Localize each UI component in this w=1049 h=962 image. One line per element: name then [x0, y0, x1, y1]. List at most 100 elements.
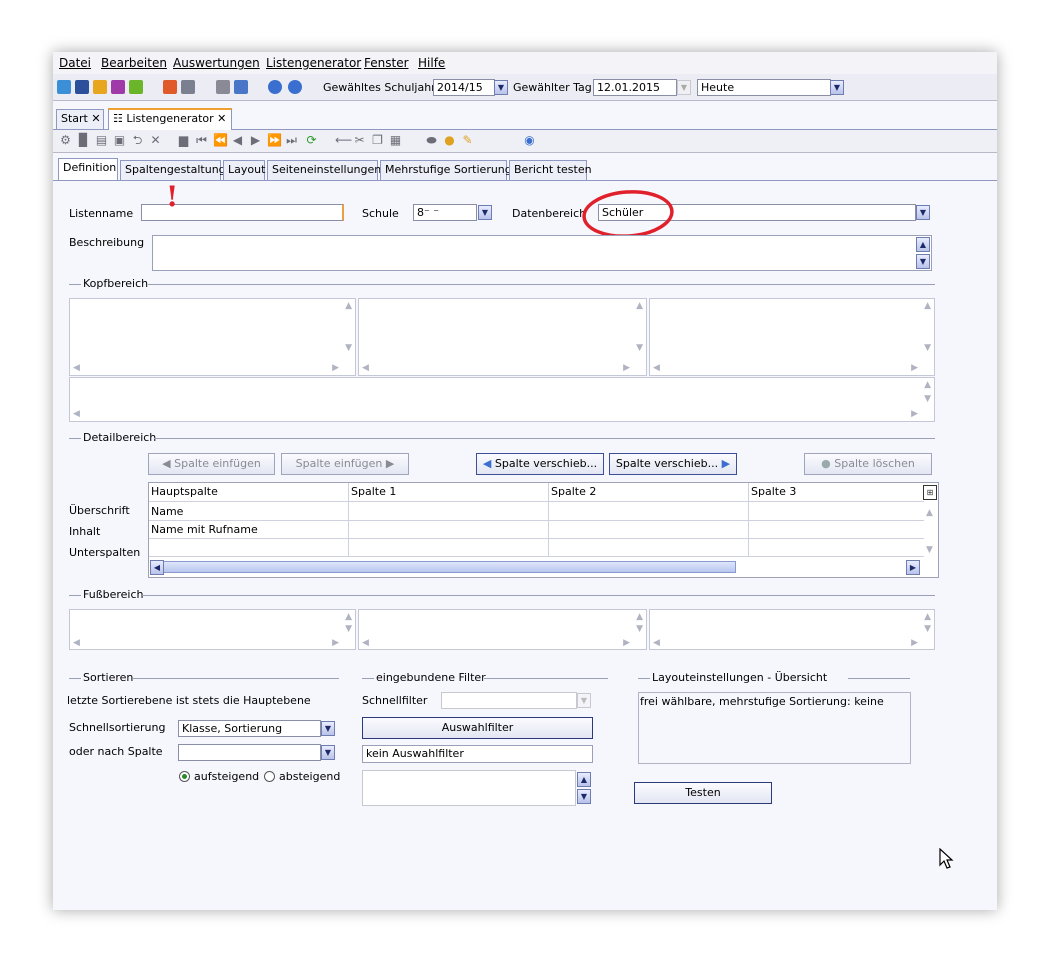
scroll-down-icon[interactable]: ▼ — [926, 545, 933, 555]
tab-mehrstufige-sortierung[interactable]: Mehrstufige Sortierung — [380, 160, 512, 180]
scroll-right-icon[interactable]: ▶ — [623, 363, 630, 373]
scroll-down-icon[interactable]: ▼ — [924, 394, 931, 404]
help-icon[interactable]: ◉ — [523, 134, 536, 147]
scroll-right-icon[interactable]: ▶ — [906, 560, 920, 575]
add-icon[interactable]: ▤ — [95, 134, 108, 147]
scroll-down-icon[interactable]: ▼ — [924, 624, 931, 634]
scroll-down-icon[interactable]: ▼ — [924, 343, 931, 353]
scroll-right-icon[interactable]: ▶ — [911, 363, 918, 373]
first-icon[interactable]: ⏮ — [195, 134, 208, 147]
auswahlfilter-button[interactable]: Auswahlfilter — [362, 717, 593, 739]
scroll-left-icon[interactable]: ◀ — [362, 363, 369, 373]
menu-fenster[interactable]: Fenster — [364, 56, 409, 70]
menu-datei[interactable]: Datei — [59, 56, 91, 70]
scroll-up-icon[interactable]: ▲ — [577, 772, 591, 787]
kopf-left-textarea[interactable]: ▲ ▼ ◀ ▶ — [69, 298, 356, 376]
scroll-left-icon[interactable]: ◀ — [653, 363, 660, 373]
tab-bericht-testen[interactable]: Bericht testen — [509, 160, 592, 180]
scroll-left-icon[interactable]: ◀ — [73, 638, 80, 648]
refresh-icon[interactable]: ⟳ — [305, 134, 318, 147]
schule-select[interactable]: 8⁻ ⁻ — [413, 204, 477, 221]
save-icon[interactable]: ▣ — [113, 134, 126, 147]
chevron-down-icon[interactable]: ▼ — [321, 745, 335, 760]
scroll-up-icon[interactable]: ▲ — [924, 301, 931, 311]
fuss-right-textarea[interactable]: ▲ ▼ ◀ ▶ — [649, 609, 935, 650]
scroll-up-icon[interactable]: ▲ — [345, 612, 352, 622]
scroll-right-icon[interactable]: ▶ — [623, 638, 630, 648]
beschreibung-textarea[interactable] — [152, 235, 932, 271]
menu-hilfe[interactable]: Hilfe — [418, 56, 445, 70]
view-icon[interactable]: ⬬ — [425, 134, 438, 147]
copy-icon[interactable]: ❐ — [371, 134, 384, 147]
scroll-up-icon[interactable]: ▲ — [924, 612, 931, 622]
cut-icon[interactable]: ✂ — [353, 134, 366, 147]
calculator-icon[interactable] — [181, 80, 195, 94]
menu-listengenerator[interactable]: Listengenerator — [266, 56, 361, 70]
tab-spaltengestaltung[interactable]: Spaltengestaltung — [120, 160, 226, 180]
schnellsortierung-select[interactable]: Klasse, Sortierung — [178, 720, 321, 737]
grid-header[interactable]: Spalte 3 — [749, 485, 919, 498]
spalte-einfuegen-right-button[interactable]: Spalte einfügen ▶ — [281, 453, 409, 475]
last-icon[interactable]: ⏭ — [285, 134, 298, 147]
scroll-left-icon[interactable]: ◀ — [653, 638, 660, 648]
horizontal-scrollbar[interactable] — [151, 561, 736, 573]
testen-button[interactable]: Testen — [634, 782, 772, 804]
scroll-left-icon[interactable]: ◀ — [362, 638, 369, 648]
kopf-right-textarea[interactable]: ▲ ▼ ◀ ▶ — [649, 298, 935, 376]
fuss-center-textarea[interactable]: ▲ ▼ ◀ ▶ — [358, 609, 647, 650]
chevron-down-icon[interactable]: ▼ — [321, 721, 335, 736]
rewind-icon[interactable]: ⏪ — [213, 134, 228, 147]
scroll-right-icon[interactable]: ▶ — [911, 409, 918, 419]
aufsteigend-radio[interactable] — [179, 771, 190, 782]
table-cell[interactable]: Name mit Rufname — [149, 523, 347, 536]
scroll-right-icon[interactable]: ▶ — [332, 363, 339, 373]
fuss-left-textarea[interactable]: ▲ ▼ ◀ ▶ — [69, 609, 356, 650]
detail-grid[interactable]: Hauptspalte Spalte 1 Spalte 2 Spalte 3 N… — [148, 482, 939, 578]
class-icon[interactable] — [111, 80, 125, 94]
spalte-verschieben-left-button[interactable]: ◀ Spalte verschieb... — [476, 453, 604, 475]
column-chooser-icon[interactable]: ⊞ — [923, 485, 937, 500]
scroll-down-icon[interactable]: ▼ — [577, 789, 591, 804]
scroll-up-icon[interactable]: ▲ — [345, 301, 352, 311]
filter-list[interactable] — [362, 770, 576, 806]
copy-icon[interactable] — [216, 80, 230, 94]
book-icon[interactable] — [163, 80, 177, 94]
chevron-down-icon[interactable]: ▼ — [916, 205, 930, 220]
table-cell[interactable]: Name — [149, 505, 347, 518]
folder-icon[interactable]: ▆ — [177, 134, 190, 147]
back-icon[interactable]: ⟵ — [335, 134, 352, 147]
spalte-einfuegen-left-button[interactable]: ◀ Spalte einfügen — [148, 453, 275, 475]
nach-spalte-select[interactable] — [178, 744, 321, 761]
scroll-up-icon[interactable]: ▲ — [926, 508, 933, 518]
chevron-down-icon[interactable]: ▼ — [577, 693, 591, 708]
grid-header[interactable]: Spalte 1 — [349, 485, 547, 498]
students-icon[interactable] — [57, 80, 71, 94]
prev-icon[interactable]: ◀ — [231, 134, 244, 147]
schuljahr-select[interactable]: 2014/15 — [433, 79, 495, 96]
close-icon[interactable]: ✕ — [91, 112, 100, 125]
scroll-up-icon[interactable]: ▲ — [916, 237, 930, 252]
scroll-down-icon[interactable]: ▼ — [636, 624, 643, 634]
tab-layout[interactable]: Layout — [223, 160, 265, 180]
spalte-loeschen-button[interactable]: ● Spalte löschen — [804, 453, 932, 475]
tab-start[interactable]: Start ✕ — [56, 109, 104, 129]
group-icon[interactable] — [93, 80, 107, 94]
close-icon[interactable]: ✕ — [217, 112, 226, 125]
scroll-down-icon[interactable]: ▼ — [916, 254, 930, 269]
scroll-left-icon[interactable]: ◀ — [73, 363, 80, 373]
grid-header[interactable]: Spalte 2 — [549, 485, 747, 498]
scroll-down-icon[interactable]: ▼ — [636, 343, 643, 353]
chevron-down-icon[interactable]: ▼ — [494, 80, 508, 95]
scroll-down-icon[interactable]: ▼ — [345, 624, 352, 634]
scroll-down-icon[interactable]: ▼ — [345, 343, 352, 353]
window-icon[interactable] — [234, 80, 248, 94]
scroll-up-icon[interactable]: ▲ — [636, 301, 643, 311]
help-icon[interactable] — [288, 80, 302, 94]
next-icon[interactable]: ▶ — [249, 134, 262, 147]
calendar-dropdown-icon[interactable]: ▼ — [677, 80, 691, 95]
gear-icon[interactable]: ⚙ — [59, 134, 72, 147]
schnellfilter-select[interactable] — [441, 692, 577, 709]
heute-select[interactable]: Heute — [697, 79, 831, 96]
scroll-right-icon[interactable]: ▶ — [911, 638, 918, 648]
undo-icon[interactable]: ⮌ — [131, 134, 144, 147]
